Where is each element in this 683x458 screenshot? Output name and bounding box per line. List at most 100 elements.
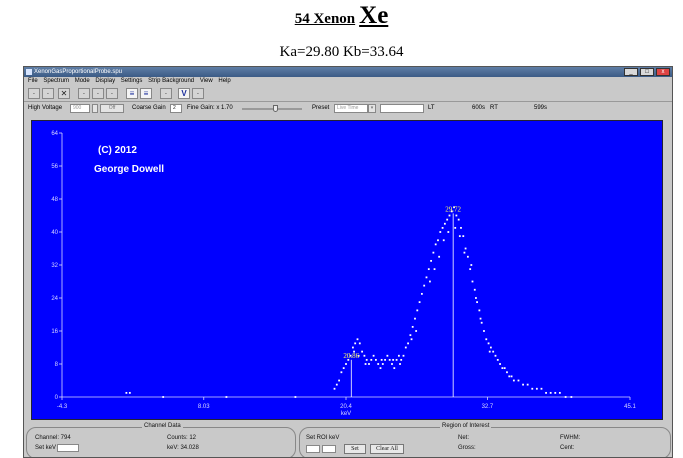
spectrum-plot[interactable]: 0 8 16 24 32 40 48 56 64 -4.3 8.03 20.4 32.7 45.1 keV 2…	[31, 120, 663, 420]
log-scale-icon[interactable]: ≡	[140, 88, 152, 99]
minimize-icon[interactable]: _	[624, 68, 638, 76]
data-point	[342, 367, 345, 370]
data-point	[469, 268, 472, 271]
data-point	[384, 358, 386, 361]
data-point	[415, 330, 418, 332]
vertical-scale-icon[interactable]: V	[178, 88, 190, 99]
data-point	[549, 391, 552, 394]
high-voltage-input[interactable]: 900	[70, 104, 90, 113]
menu-mode[interactable]: Mode	[75, 78, 90, 84]
net-readout: Net:	[458, 435, 470, 441]
cent-readout: Cent:	[560, 445, 575, 451]
channel-readout: Channel: 794	[35, 435, 71, 441]
stop-icon[interactable]: ·	[92, 88, 104, 99]
data-point	[462, 235, 465, 238]
data-point	[420, 292, 423, 295]
data-point	[368, 363, 370, 365]
x-tick-label: 8.03	[198, 404, 210, 410]
roi-panel: Region of Interest Set ROI keV Set Clear…	[299, 423, 671, 457]
start-icon[interactable]: ·	[78, 88, 90, 99]
lt-label: LT	[428, 105, 435, 111]
data-point	[458, 235, 461, 238]
data-point	[370, 358, 373, 361]
save-icon[interactable]: ·	[42, 88, 54, 99]
data-point	[407, 342, 409, 345]
high-voltage-off-button[interactable]: Off	[100, 104, 124, 113]
data-point	[429, 280, 431, 283]
data-point	[333, 387, 336, 390]
coarse-gain-label: Coarse Gain	[132, 105, 166, 111]
clear-all-button[interactable]: Clear All	[370, 444, 404, 454]
data-point	[434, 243, 437, 246]
fine-gain-label: Fine Gain: x 1.70	[187, 105, 233, 111]
window-controls: _ □ x	[624, 68, 670, 76]
coarse-gain-select[interactable]: 2	[170, 104, 182, 113]
data-point	[558, 391, 561, 394]
data-point	[393, 367, 396, 370]
app-icon	[26, 69, 32, 75]
window-title: XenonGasProportionalProbe.spu	[34, 69, 123, 75]
data-point	[395, 358, 398, 361]
menu-strip-background[interactable]: Strip Background	[148, 78, 194, 84]
menu-file[interactable]: File	[28, 78, 38, 84]
data-point	[388, 358, 391, 361]
menu-settings[interactable]: Settings	[121, 78, 143, 84]
spectrum-chart[interactable]: 0 8 16 24 32 40 48 56 64 -4.3 8.03 20.4 32.7 45.1 keV 2…	[32, 121, 662, 419]
data-point	[381, 363, 384, 365]
data-point	[125, 391, 128, 394]
menu-help[interactable]: Help	[218, 78, 230, 84]
channel-data-panel: Channel Data Channel: 794 Counts: 12 Set…	[26, 423, 296, 457]
data-point	[392, 358, 395, 361]
zoom-icon[interactable]: ·	[160, 88, 172, 99]
data-point	[425, 276, 428, 279]
horizontal-scale-icon[interactable]: ·	[192, 88, 204, 99]
data-point	[501, 367, 504, 370]
data-point	[442, 239, 445, 242]
preset-select[interactable]: Live Time	[334, 104, 368, 113]
clear-icon[interactable]: ✕	[58, 88, 70, 99]
fine-gain-slider[interactable]	[242, 108, 302, 110]
data-point	[372, 354, 375, 357]
data-point	[475, 297, 477, 299]
data-point	[365, 358, 368, 361]
data-point	[526, 383, 529, 386]
fine-gain-slider-thumb[interactable]	[273, 105, 278, 112]
preset-time-input[interactable]	[380, 104, 424, 113]
data-point	[508, 375, 511, 378]
data-point	[487, 342, 490, 345]
maximize-icon[interactable]: □	[640, 68, 654, 76]
data-point	[439, 231, 442, 233]
data-point	[358, 342, 361, 345]
menu-spectrum[interactable]: Spectrum	[43, 78, 69, 84]
rt-label: RT	[490, 105, 498, 111]
data-point	[427, 268, 430, 271]
set-roi-button[interactable]: Set	[344, 444, 366, 454]
menu-display[interactable]: Display	[95, 78, 115, 84]
set-kev-input[interactable]	[57, 444, 79, 452]
high-voltage-spinner[interactable]	[92, 104, 98, 113]
print-icon[interactable]: ·	[106, 88, 118, 99]
data-point	[457, 218, 460, 221]
data-point	[410, 338, 413, 341]
roi-end-input[interactable]	[322, 445, 336, 453]
page-title: 54 Xenon Xe	[0, 2, 683, 30]
data-point	[404, 346, 407, 349]
data-point	[485, 338, 488, 341]
y-tick-label: 48	[51, 197, 58, 203]
chevron-down-icon[interactable]: ▾	[368, 104, 376, 113]
data-point	[430, 259, 432, 262]
close-icon[interactable]: x	[656, 68, 670, 76]
control-row: High Voltage 900 Off Coarse Gain 2 Fine …	[24, 102, 672, 115]
data-point	[432, 251, 435, 254]
data-point	[531, 387, 534, 390]
data-point	[496, 358, 499, 361]
menu-view[interactable]: View	[200, 78, 213, 84]
linear-scale-icon[interactable]: ≡	[126, 88, 138, 99]
app-window: XenonGasProportionalProbe.spu _ □ x File…	[23, 66, 673, 458]
roi-start-input[interactable]	[306, 445, 320, 453]
x-tick-label: 20.4	[340, 404, 352, 410]
data-point	[411, 325, 414, 328]
channel-data-legend: Channel Data	[142, 423, 183, 429]
open-icon[interactable]: ·	[28, 88, 40, 99]
data-point	[460, 226, 462, 229]
